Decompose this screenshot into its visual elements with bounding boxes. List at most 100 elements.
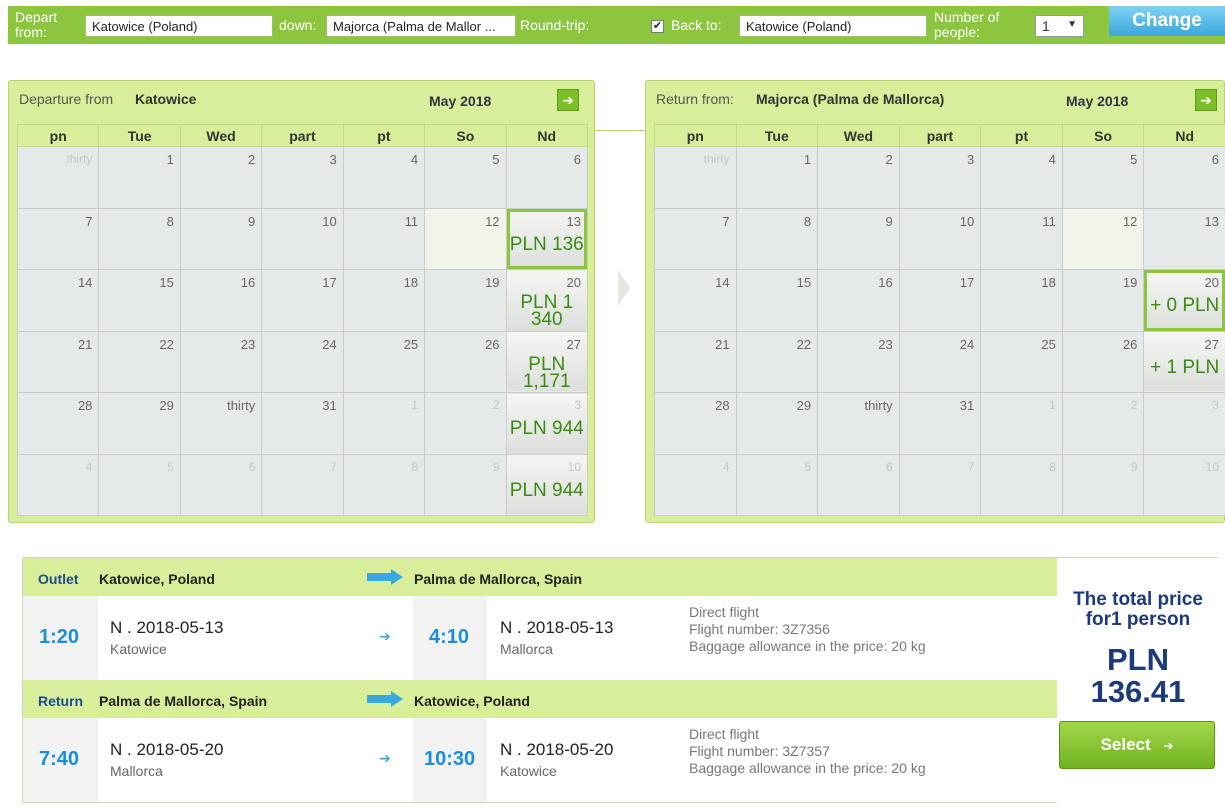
calendar-day[interactable]: 1 bbox=[98, 146, 181, 209]
calendar-day[interactable]: 22 bbox=[735, 330, 819, 393]
change-button[interactable]: Change bbox=[1109, 6, 1225, 36]
calendar-day[interactable]: 2 bbox=[817, 146, 900, 209]
calendar-day[interactable]: 1 bbox=[980, 392, 1063, 455]
calendar-day[interactable]: 27 + 1 PLN bbox=[1143, 330, 1225, 393]
calendar-day[interactable]: 29 bbox=[735, 392, 819, 455]
calendar-day[interactable]: thirty bbox=[654, 146, 737, 209]
calendar-day[interactable]: 10 PLN 944 bbox=[505, 453, 589, 516]
calendar-day[interactable]: 4 bbox=[342, 146, 426, 209]
calendar-day[interactable]: 9 bbox=[179, 207, 263, 270]
calendar-day[interactable]: 24 bbox=[898, 330, 982, 393]
calendar-day[interactable]: 5 bbox=[424, 146, 507, 209]
calendar-day[interactable]: 10 bbox=[898, 207, 982, 270]
select-button[interactable]: Select ➔ bbox=[1059, 721, 1215, 769]
return-calendar-header: Return from: Majorca (Palma de Mallorca)… bbox=[646, 81, 1224, 119]
calendar-day[interactable]: 3 PLN 944 bbox=[505, 392, 589, 455]
calendar-day[interactable]: 19 bbox=[1061, 269, 1145, 332]
calendar-day[interactable]: 26 bbox=[1061, 330, 1145, 393]
next-month-arrow-icon[interactable]: ➔ bbox=[1195, 89, 1217, 111]
calendar-day[interactable]: 8 bbox=[735, 207, 819, 270]
calendar-day[interactable]: 25 bbox=[342, 330, 426, 393]
calendar-day[interactable]: 8 bbox=[98, 207, 181, 270]
calendar-day[interactable]: 11 bbox=[980, 207, 1063, 270]
calendar-day[interactable]: 6 bbox=[1143, 146, 1225, 209]
calendar-day[interactable]: 12 bbox=[424, 207, 507, 270]
calendar-day[interactable]: 23 bbox=[179, 330, 263, 393]
day-price: PLN 136 bbox=[509, 233, 584, 255]
next-month-arrow-icon[interactable]: ➔ bbox=[557, 89, 579, 111]
calendar-day[interactable]: thirty bbox=[179, 392, 263, 455]
calendar-day[interactable]: 8 bbox=[342, 453, 426, 516]
calendar-day[interactable]: 1 bbox=[342, 392, 426, 455]
calendar-day[interactable]: 16 bbox=[179, 269, 263, 332]
calendar-day[interactable]: 8 bbox=[980, 453, 1063, 516]
calendar-day[interactable]: 12 bbox=[1061, 207, 1145, 270]
calendar-day[interactable]: 21 bbox=[654, 330, 737, 393]
calendar-day[interactable]: 19 bbox=[424, 269, 507, 332]
calendar-day[interactable]: 2 bbox=[179, 146, 263, 209]
calendar-day[interactable]: 7 bbox=[261, 453, 344, 516]
calendar-day[interactable]: 31 bbox=[261, 392, 344, 455]
day-number: 11 bbox=[404, 213, 419, 229]
calendar-day[interactable]: 20 + 0 PLN bbox=[1143, 269, 1225, 332]
calendar-day[interactable]: 6 bbox=[505, 146, 589, 209]
calendar-day[interactable]: 28 bbox=[654, 392, 737, 455]
day-number: 21 bbox=[77, 336, 93, 352]
calendar-day[interactable]: 7 bbox=[16, 207, 100, 270]
calendar-day[interactable]: 2 bbox=[1061, 392, 1145, 455]
roundtrip-checkbox[interactable]: ✔ bbox=[651, 20, 664, 33]
calendar-day[interactable]: 20 PLN 1 340 bbox=[505, 269, 589, 332]
calendar-day[interactable]: 14 bbox=[16, 269, 100, 332]
calendar-day[interactable]: 24 bbox=[261, 330, 344, 393]
calendar-day[interactable]: 6 bbox=[179, 453, 263, 516]
calendar-day[interactable]: 11 bbox=[342, 207, 426, 270]
calendar-day[interactable]: thirty bbox=[16, 146, 100, 209]
calendar-day[interactable]: thirty bbox=[817, 392, 900, 455]
calendar-day[interactable]: 6 bbox=[817, 453, 900, 516]
calendar-day[interactable]: 18 bbox=[342, 269, 426, 332]
calendar-day[interactable]: 7 bbox=[898, 453, 982, 516]
calendar-day[interactable]: 9 bbox=[1061, 453, 1145, 516]
calendar-day[interactable]: 3 bbox=[1143, 392, 1225, 455]
calendar-day[interactable]: 5 bbox=[735, 453, 819, 516]
calendar-day[interactable]: 3 bbox=[261, 146, 344, 209]
calendar-day[interactable]: 1 bbox=[735, 146, 819, 209]
calendar-day[interactable]: 4 bbox=[654, 453, 737, 516]
calendar-day[interactable]: 14 bbox=[654, 269, 737, 332]
calendar-day[interactable]: 5 bbox=[1061, 146, 1145, 209]
calendar-day[interactable]: 22 bbox=[98, 330, 181, 393]
calendar-day[interactable]: 15 bbox=[98, 269, 181, 332]
calendar-day[interactable]: 15 bbox=[735, 269, 819, 332]
destination-input[interactable]: Majorca (Palma de Mallor ... bbox=[326, 15, 516, 37]
calendar-day[interactable]: 2 bbox=[424, 392, 507, 455]
calendar-day[interactable]: 18 bbox=[980, 269, 1063, 332]
calendar-day[interactable]: 16 bbox=[817, 269, 900, 332]
calendar-day[interactable]: 29 bbox=[98, 392, 181, 455]
people-select[interactable]: 1 ▼ bbox=[1035, 15, 1084, 37]
calendar-day[interactable]: 9 bbox=[817, 207, 900, 270]
calendar-day[interactable]: 7 bbox=[654, 207, 737, 270]
arrow-right-icon: ➔ bbox=[379, 628, 391, 644]
calendar-day[interactable]: 4 bbox=[16, 453, 100, 516]
calendar-day[interactable]: 26 bbox=[424, 330, 507, 393]
calendar-day[interactable]: 13 bbox=[1143, 207, 1225, 270]
calendar-day[interactable]: 28 bbox=[16, 392, 100, 455]
calendar-day[interactable]: 3 bbox=[898, 146, 982, 209]
return-input[interactable]: Katowice (Poland) bbox=[739, 15, 927, 37]
calendar-day[interactable]: 13 PLN 136 bbox=[505, 207, 589, 270]
calendar-day[interactable]: 17 bbox=[898, 269, 982, 332]
calendar-day[interactable]: 10 bbox=[261, 207, 344, 270]
calendar-day[interactable]: 5 bbox=[98, 453, 181, 516]
day-number: 2 bbox=[248, 152, 256, 167]
calendar-day[interactable]: 25 bbox=[980, 330, 1063, 393]
calendar-day[interactable]: 31 bbox=[898, 392, 982, 455]
calendar-day[interactable]: 9 bbox=[424, 453, 507, 516]
calendar-day[interactable]: 27 PLN 1,171 bbox=[505, 330, 589, 393]
calendar-day[interactable]: 10 bbox=[1143, 453, 1225, 516]
calendar-day[interactable]: 23 bbox=[817, 330, 900, 393]
calendar-day[interactable]: 21 bbox=[16, 330, 100, 393]
day-number: 3 bbox=[967, 152, 975, 167]
calendar-day[interactable]: 4 bbox=[980, 146, 1063, 209]
depart-input[interactable]: Katowice (Poland) bbox=[85, 15, 273, 37]
calendar-day[interactable]: 17 bbox=[261, 269, 344, 332]
